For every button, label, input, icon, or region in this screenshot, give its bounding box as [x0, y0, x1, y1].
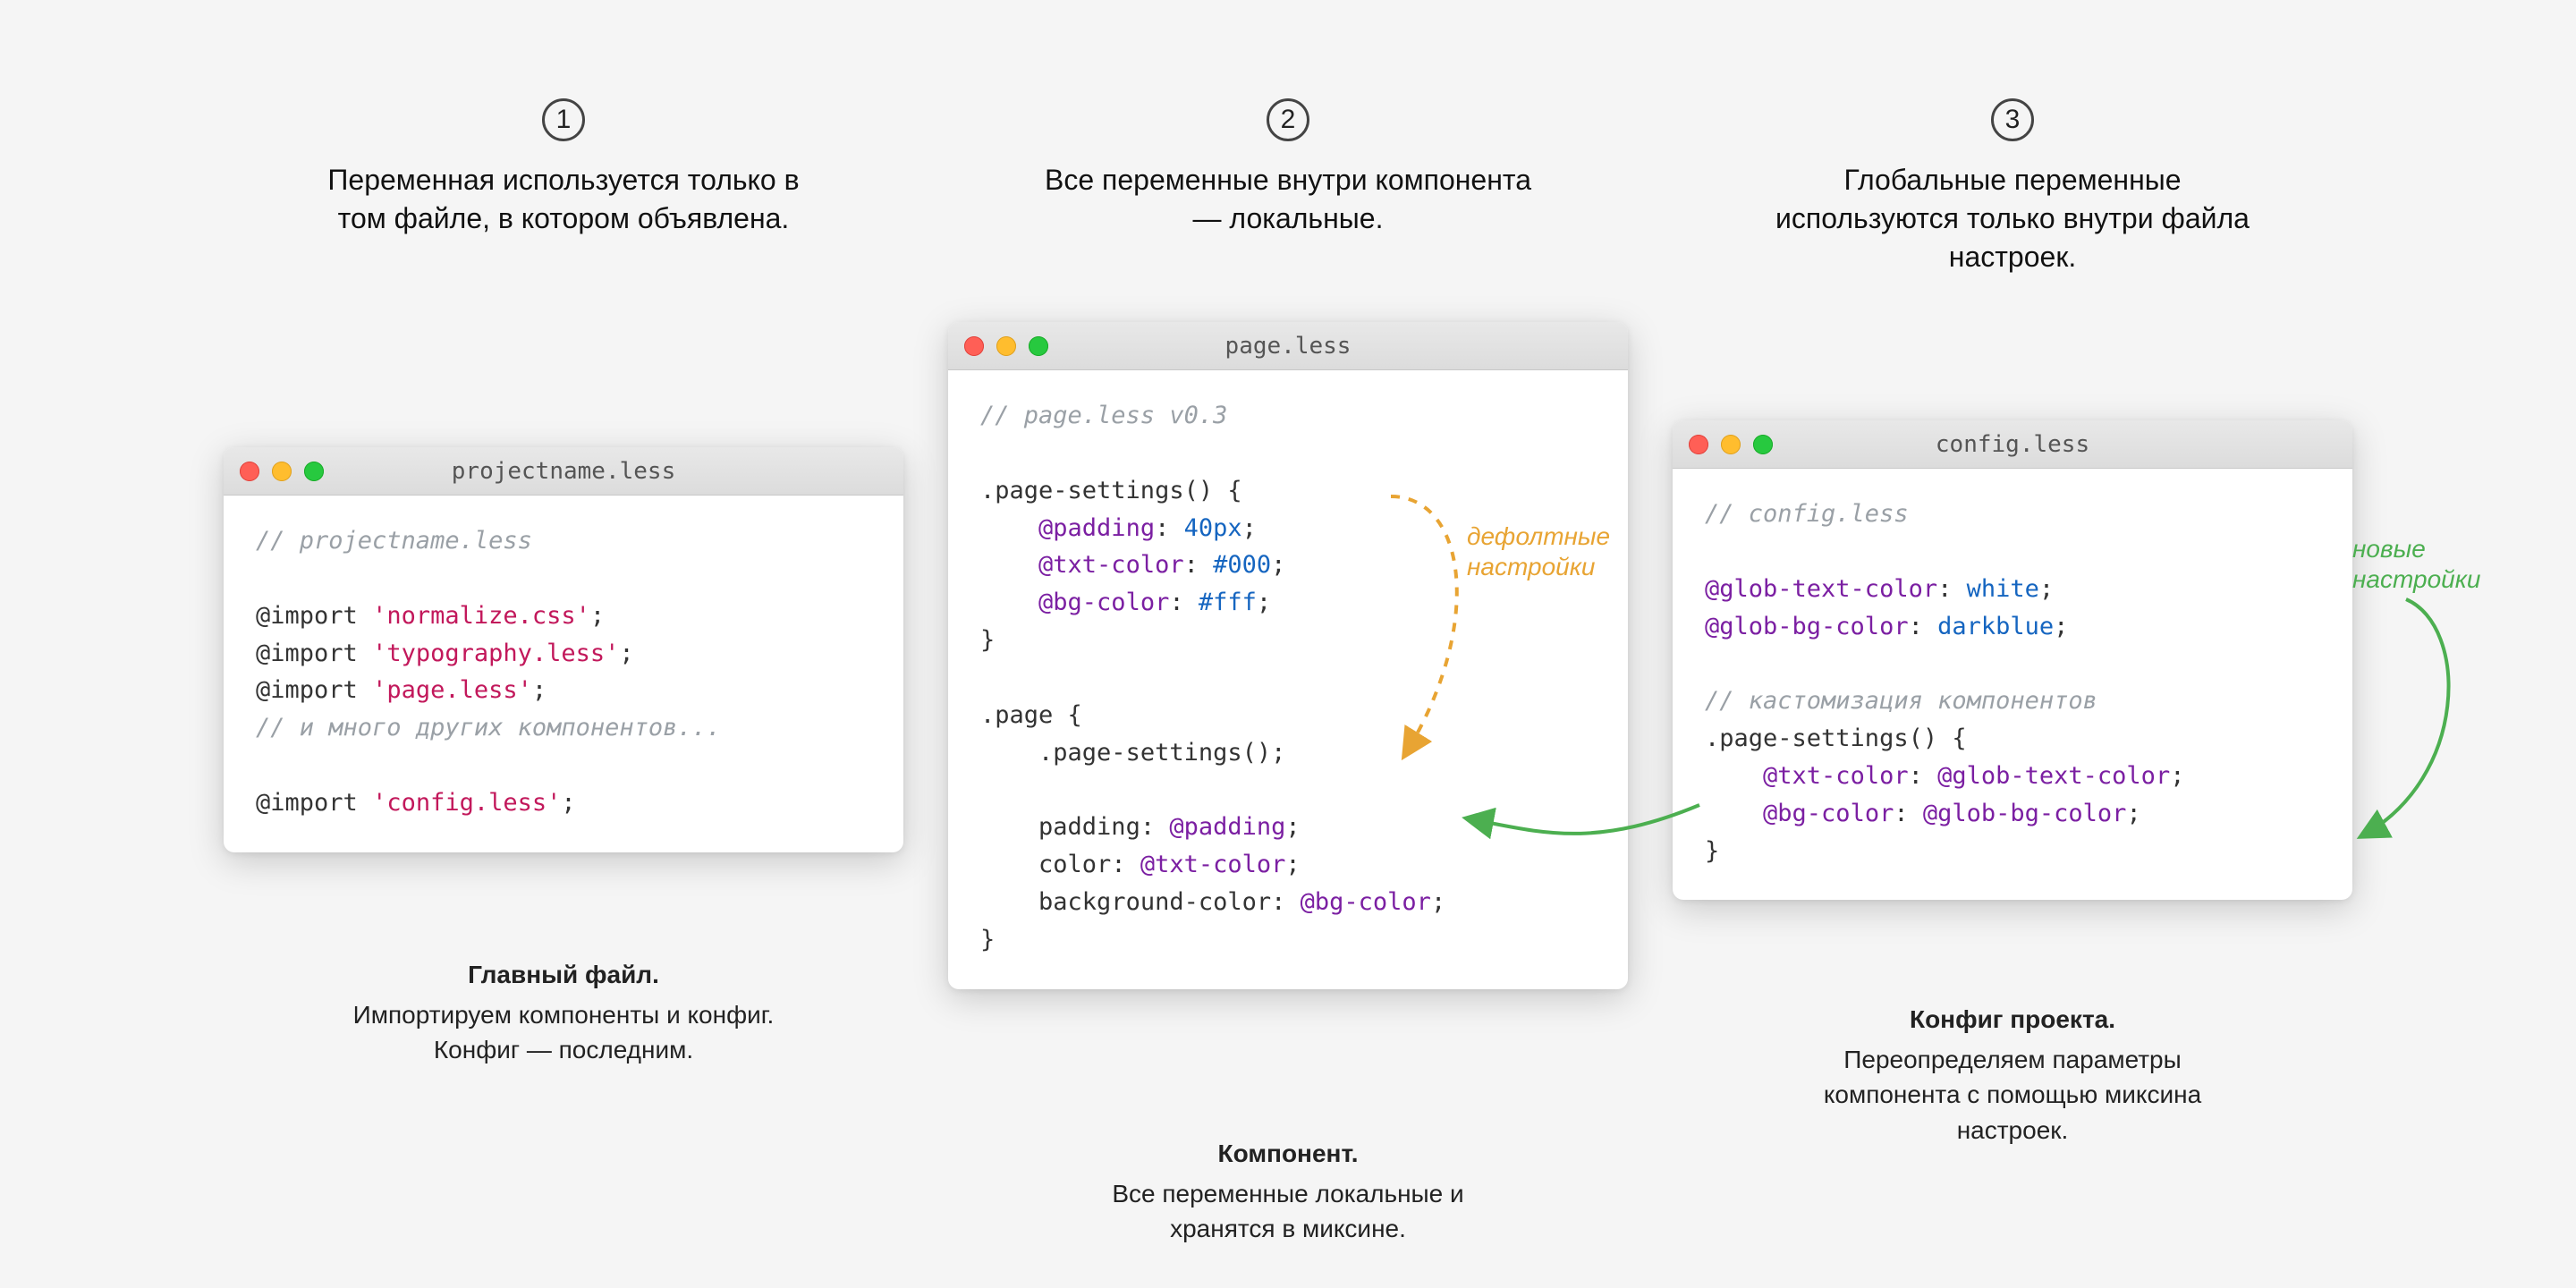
code-keyword: @import	[256, 789, 358, 817]
code-var: @txt-color	[1763, 762, 1909, 790]
step-badge-1: 1	[542, 98, 585, 141]
step-text-2: Все переменные внутри компонента — локал…	[1038, 161, 1538, 238]
window-title: projectname.less	[224, 458, 903, 485]
caption-config: Конфиг проекта. Переопределяем параметры…	[1673, 1002, 2352, 1148]
window-config: config.less // config.less @glob-text-co…	[1673, 420, 2352, 900]
traffic-lights	[964, 336, 1048, 356]
close-icon[interactable]	[240, 462, 259, 481]
caption-line: компонента с помощью миксина	[1824, 1080, 2201, 1108]
minimize-icon[interactable]	[1721, 435, 1741, 454]
caption-title: Компонент.	[948, 1136, 1628, 1171]
window-title: page.less	[948, 333, 1628, 360]
code-keyword: @import	[256, 676, 358, 704]
code-mixin-call: .page-settings();	[1038, 739, 1285, 767]
code-prop: background-color	[1038, 888, 1271, 916]
caption-line: Переопределяем параметры	[1843, 1046, 2181, 1073]
window-title: config.less	[1673, 431, 2352, 458]
caption-line: настроек.	[1957, 1116, 2069, 1144]
code-var: @glob-text-color	[1937, 762, 2170, 790]
code-value: #fff	[1199, 589, 1257, 616]
zoom-icon[interactable]	[1753, 435, 1773, 454]
code-block: // projectname.less @import 'normalize.c…	[224, 496, 903, 852]
code-var: @bg-color	[1301, 888, 1431, 916]
caption-component: Компонент. Все переменные локальные и хр…	[948, 1136, 1628, 1247]
code-value: #000	[1213, 551, 1271, 579]
code-prop: color	[1038, 851, 1111, 878]
titlebar: page.less	[948, 322, 1628, 370]
code-string: 'page.less'	[372, 676, 532, 704]
code-var: @bg-color	[1038, 589, 1169, 616]
traffic-lights	[240, 462, 324, 481]
code-var: @glob-bg-color	[1705, 613, 1909, 640]
code-keyword: @import	[256, 640, 358, 667]
annotation-default-settings: дефолтные настройки	[1467, 521, 1610, 581]
code-selector: .page {	[980, 701, 1082, 729]
caption-title: Главный файл.	[224, 957, 903, 992]
code-string: 'config.less'	[372, 789, 561, 817]
arrow-new-settings	[2361, 599, 2448, 836]
code-string: 'typography.less'	[372, 640, 619, 667]
annotation-new-settings: новые настройки	[2352, 534, 2481, 594]
code-comment: // projectname.less	[256, 527, 532, 555]
code-string: 'normalize.css'	[372, 602, 590, 630]
code-brace: }	[980, 926, 995, 953]
annotation-line: дефолтные	[1467, 522, 1610, 550]
window-projectname: projectname.less // projectname.less @im…	[224, 447, 903, 852]
step-text-1: Переменная используется только в том фай…	[313, 161, 814, 238]
code-var: @padding	[1038, 514, 1155, 542]
step-text-3: Глобальные переменные используются тольк…	[1762, 161, 2263, 277]
code-value: darkblue	[1937, 613, 2054, 640]
code-var: @txt-color	[1038, 551, 1184, 579]
code-comment: // кастомизация компонентов	[1705, 687, 2097, 715]
window-page: page.less // page.less v0.3 .page-settin…	[948, 322, 1628, 989]
code-block: // page.less v0.3 .page-settings() { @pa…	[948, 370, 1628, 989]
titlebar: projectname.less	[224, 447, 903, 496]
code-var: @glob-text-color	[1705, 575, 1937, 603]
close-icon[interactable]	[1689, 435, 1708, 454]
caption-line: Конфиг — последним.	[434, 1036, 693, 1063]
titlebar: config.less	[1673, 420, 2352, 469]
annotation-line: настройки	[1467, 553, 1596, 580]
code-brace: }	[980, 626, 995, 654]
code-comment: // page.less v0.3	[980, 402, 1227, 429]
code-selector: .page-settings() {	[980, 477, 1242, 504]
annotation-line: настройки	[2352, 565, 2481, 593]
code-var: @padding	[1169, 813, 1285, 841]
code-block: // config.less @glob-text-color: white; …	[1673, 469, 2352, 900]
code-comment: // config.less	[1705, 500, 1909, 528]
code-var: @txt-color	[1140, 851, 1286, 878]
code-selector: .page-settings() {	[1705, 724, 1967, 752]
annotation-line: новые	[2352, 535, 2426, 563]
caption-line: хранятся в миксине.	[1170, 1215, 1406, 1242]
close-icon[interactable]	[964, 336, 984, 356]
code-value: white	[1967, 575, 2039, 603]
code-var: @bg-color	[1763, 800, 1894, 827]
code-value: 40px	[1184, 514, 1242, 542]
minimize-icon[interactable]	[996, 336, 1016, 356]
caption-line: Импортируем компоненты и конфиг.	[353, 1001, 775, 1029]
step-badge-2: 2	[1267, 98, 1309, 141]
minimize-icon[interactable]	[272, 462, 292, 481]
caption-title: Конфиг проекта.	[1673, 1002, 2352, 1037]
step-badge-3: 3	[1991, 98, 2034, 141]
code-var: @glob-bg-color	[1923, 800, 2127, 827]
traffic-lights	[1689, 435, 1773, 454]
zoom-icon[interactable]	[1029, 336, 1048, 356]
zoom-icon[interactable]	[304, 462, 324, 481]
caption-main-file: Главный файл. Импортируем компоненты и к…	[224, 957, 903, 1068]
code-brace: }	[1705, 837, 1719, 865]
caption-line: Все переменные локальные и	[1112, 1180, 1463, 1208]
code-keyword: @import	[256, 602, 358, 630]
code-prop: padding	[1038, 813, 1140, 841]
code-comment: // и много других компонентов...	[256, 714, 721, 741]
